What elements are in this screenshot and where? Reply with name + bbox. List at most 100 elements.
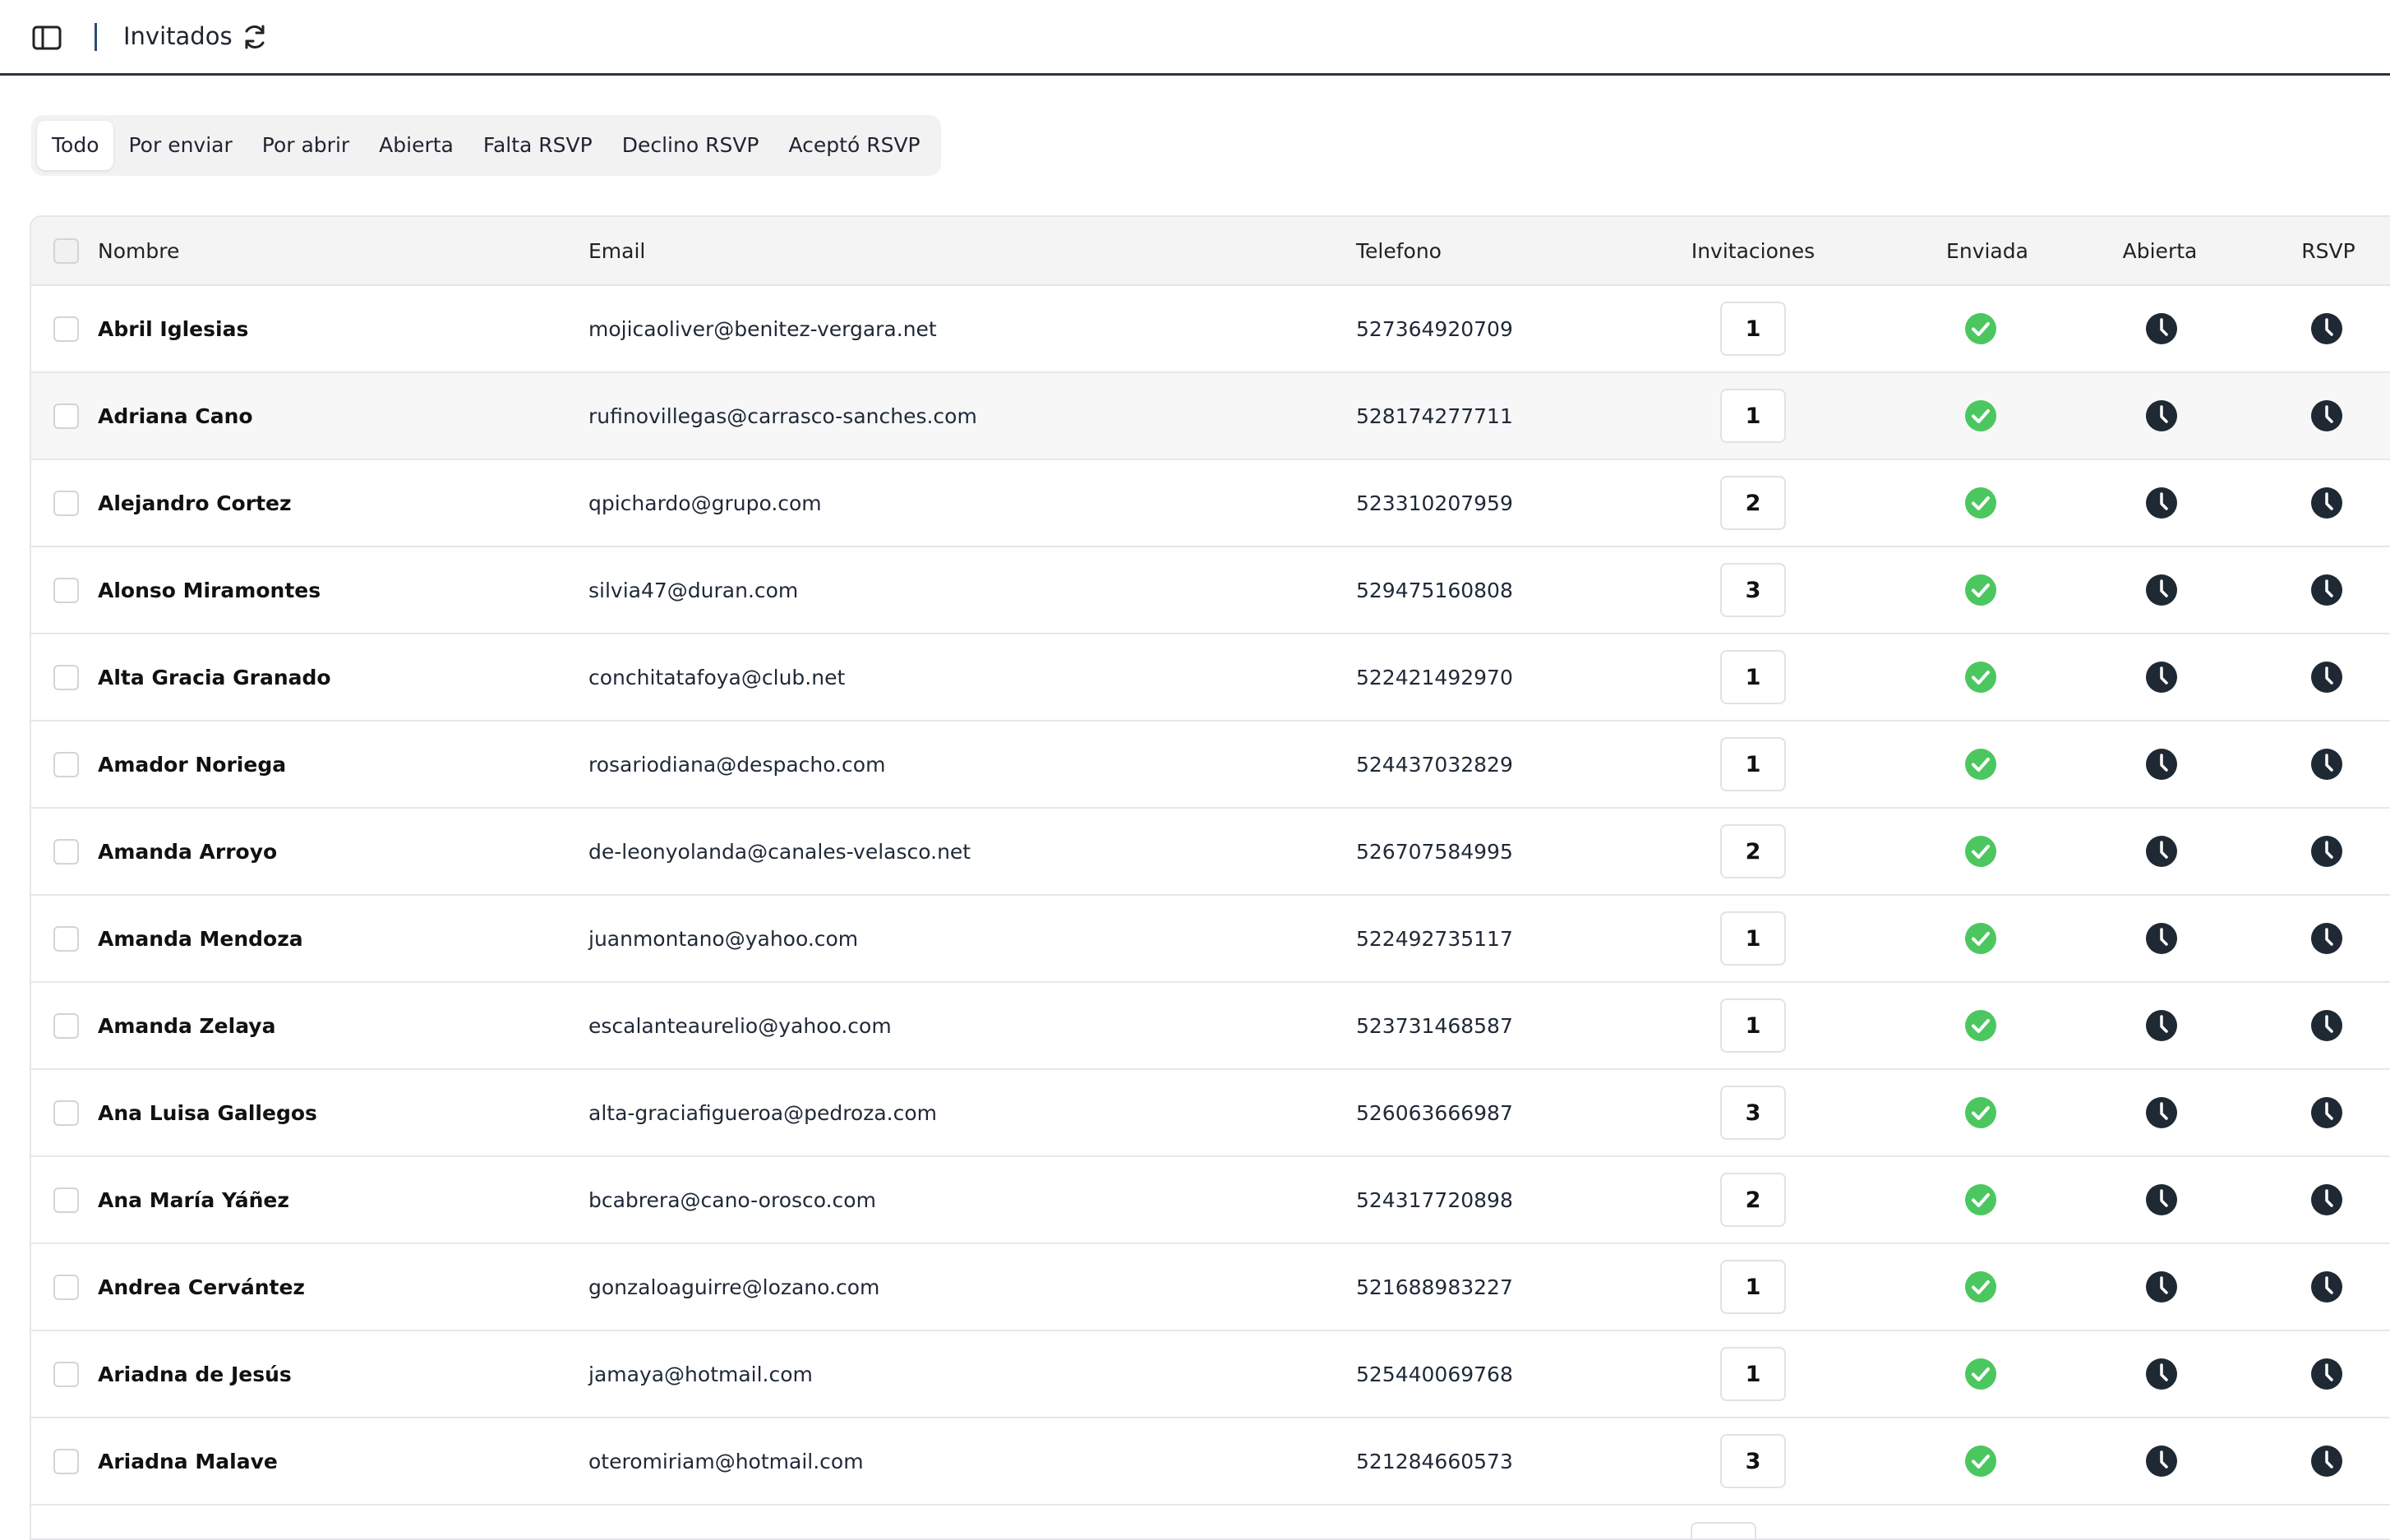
tab-por-enviar[interactable]: Por enviar xyxy=(113,121,247,170)
guest-name: Ariadna de Jesús xyxy=(98,1362,292,1386)
tab-declino-rsvp[interactable]: Declino RSVP xyxy=(607,121,774,170)
check-circle-icon xyxy=(1965,313,1996,344)
check-circle-icon xyxy=(1965,1097,1996,1128)
clock-icon xyxy=(2146,1184,2177,1215)
table-header: Nombre Email Telefono Invitaciones Envia… xyxy=(31,217,2390,286)
select-all-checkbox[interactable] xyxy=(53,237,79,264)
rsvp-status xyxy=(2253,1244,2390,1330)
opened-status xyxy=(2088,722,2235,807)
invitations-count[interactable]: 3 xyxy=(1720,563,1786,617)
row-checkbox[interactable] xyxy=(53,1274,79,1300)
guest-email: gonzaloaguirre@lozano.com xyxy=(588,1275,880,1299)
sent-status xyxy=(1907,983,2055,1068)
invitations-count[interactable]: 1 xyxy=(1720,650,1786,704)
row-checkbox[interactable] xyxy=(53,1448,79,1474)
table-row[interactable]: Amanda Arroyo de-leonyolanda@canales-vela… xyxy=(31,809,2390,896)
check-circle-icon xyxy=(1965,574,1996,606)
clock-icon xyxy=(2311,313,2342,344)
guest-phone: 526707584995 xyxy=(1356,839,1513,864)
column-header-email[interactable]: Email xyxy=(588,217,645,284)
check-circle-icon xyxy=(1965,923,1996,954)
rsvp-status xyxy=(2253,896,2390,981)
invitations-count[interactable]: 1 xyxy=(1720,998,1786,1053)
row-checkbox[interactable] xyxy=(53,925,79,952)
table-row[interactable]: Alonso Miramontes silvia47@duran.com 52947… xyxy=(31,547,2390,634)
table-row[interactable]: Abril Iglesias mojicaoliver@benitez-verga… xyxy=(31,286,2390,373)
check-circle-icon xyxy=(1965,400,1996,431)
guest-email: qpichardo@grupo.com xyxy=(588,491,822,515)
table-row[interactable]: Alejandro Cortez qpichardo@grupo.com 52331… xyxy=(31,460,2390,547)
rsvp-status xyxy=(2253,722,2390,807)
guest-phone: 524317720898 xyxy=(1356,1187,1513,1212)
top-bar: Invitados xyxy=(0,0,2390,76)
clock-icon xyxy=(2146,662,2177,693)
invitations-count[interactable]: 2 xyxy=(1720,476,1786,530)
invitations-count[interactable]: 1 xyxy=(1720,302,1786,356)
invitations-count[interactable]: 2 xyxy=(1720,824,1786,878)
invitations-count[interactable]: 1 xyxy=(1720,1260,1786,1314)
sidebar-toggle-icon[interactable] xyxy=(31,25,62,51)
row-checkbox[interactable] xyxy=(53,577,79,603)
rsvp-status xyxy=(2253,1157,2390,1243)
table-row[interactable]: Ariadna Malave oteromiriam@hotmail.com 521… xyxy=(31,1418,2390,1505)
clock-icon xyxy=(2311,1010,2342,1041)
row-checkbox[interactable] xyxy=(53,1361,79,1387)
row-checkbox[interactable] xyxy=(53,751,79,777)
rsvp-status xyxy=(2253,547,2390,633)
rsvp-status xyxy=(2253,1418,2390,1504)
tab-falta-rsvp[interactable]: Falta RSVP xyxy=(468,121,607,170)
row-checkbox[interactable] xyxy=(53,1187,79,1213)
invitations-count[interactable]: 1 xyxy=(1720,389,1786,443)
table-row[interactable]: Alta Gracia Granado conchitatafoya@club.n… xyxy=(31,634,2390,722)
guest-phone: 521284660573 xyxy=(1356,1449,1513,1473)
check-circle-icon xyxy=(1965,1271,1996,1303)
invitations-count[interactable]: 3 xyxy=(1720,1434,1786,1488)
column-header-sent[interactable]: Enviada xyxy=(1913,217,2061,284)
invitations-count[interactable]: 2 xyxy=(1720,1173,1786,1227)
row-checkbox[interactable] xyxy=(53,838,79,865)
check-circle-icon xyxy=(1965,1358,1996,1390)
table-row[interactable]: Amanda Mendoza juanmontano@yahoo.com 52249… xyxy=(31,896,2390,983)
column-header-rsvp[interactable]: RSVP xyxy=(2254,217,2390,284)
table-row[interactable]: Andrea Cervántez gonzaloaguirre@lozano.co… xyxy=(31,1244,2390,1331)
table-row[interactable]: Ariadna de Jesús jamaya@hotmail.com 525440… xyxy=(31,1331,2390,1418)
opened-status xyxy=(2088,460,2235,546)
table-row[interactable]: Adriana Cano rufinovillegas@carrasco-sanc… xyxy=(31,373,2390,460)
sent-status xyxy=(1907,1157,2055,1243)
column-header-opened[interactable]: Abierta xyxy=(2086,217,2234,284)
column-header-phone[interactable]: Telefono xyxy=(1356,217,1442,284)
tab-abierta[interactable]: Abierta xyxy=(364,121,468,170)
invitations-count[interactable]: 1 xyxy=(1720,1347,1786,1401)
row-checkbox[interactable] xyxy=(53,403,79,429)
row-checkbox[interactable] xyxy=(53,490,79,516)
table-row[interactable]: Amanda Zelaya escalanteaurelio@yahoo.com 5… xyxy=(31,983,2390,1070)
header-divider xyxy=(95,23,97,51)
row-checkbox[interactable] xyxy=(53,664,79,690)
clock-icon xyxy=(2311,574,2342,606)
row-checkbox[interactable] xyxy=(53,1012,79,1039)
invitations-count[interactable]: 3 xyxy=(1720,1086,1786,1140)
opened-status xyxy=(2088,1418,2235,1504)
column-header-name[interactable]: Nombre xyxy=(98,217,179,284)
sent-status xyxy=(1907,809,2055,894)
table-row[interactable]: Ana María Yáñez bcabrera@cano-orosco.com 5… xyxy=(31,1157,2390,1244)
refresh-icon[interactable] xyxy=(241,23,269,51)
guest-name: Ariadna Malave xyxy=(98,1449,278,1473)
sent-status xyxy=(1907,896,2055,981)
column-header-invitations[interactable]: Invitaciones xyxy=(1642,217,1864,284)
invitations-count[interactable]: 1 xyxy=(1720,737,1786,791)
row-checkbox[interactable] xyxy=(53,1100,79,1126)
row-checkbox[interactable] xyxy=(53,316,79,342)
clock-icon xyxy=(2311,1445,2342,1477)
tab-por-abrir[interactable]: Por abrir xyxy=(247,121,364,170)
clock-icon xyxy=(2311,400,2342,431)
clock-icon xyxy=(2311,836,2342,867)
sent-status xyxy=(1907,373,2055,459)
table-row[interactable]: Amador Noriega rosariodiana@despacho.com 5… xyxy=(31,722,2390,809)
guest-phone: 525440069768 xyxy=(1356,1362,1513,1386)
tab-acept-rsvp[interactable]: Aceptó RSVP xyxy=(774,121,935,170)
invitations-count[interactable]: 1 xyxy=(1720,911,1786,966)
check-circle-icon xyxy=(1965,1184,1996,1215)
tab-todo[interactable]: Todo xyxy=(37,121,114,170)
table-row[interactable]: Ana Luisa Gallegos alta-graciafigueroa@pe… xyxy=(31,1070,2390,1157)
